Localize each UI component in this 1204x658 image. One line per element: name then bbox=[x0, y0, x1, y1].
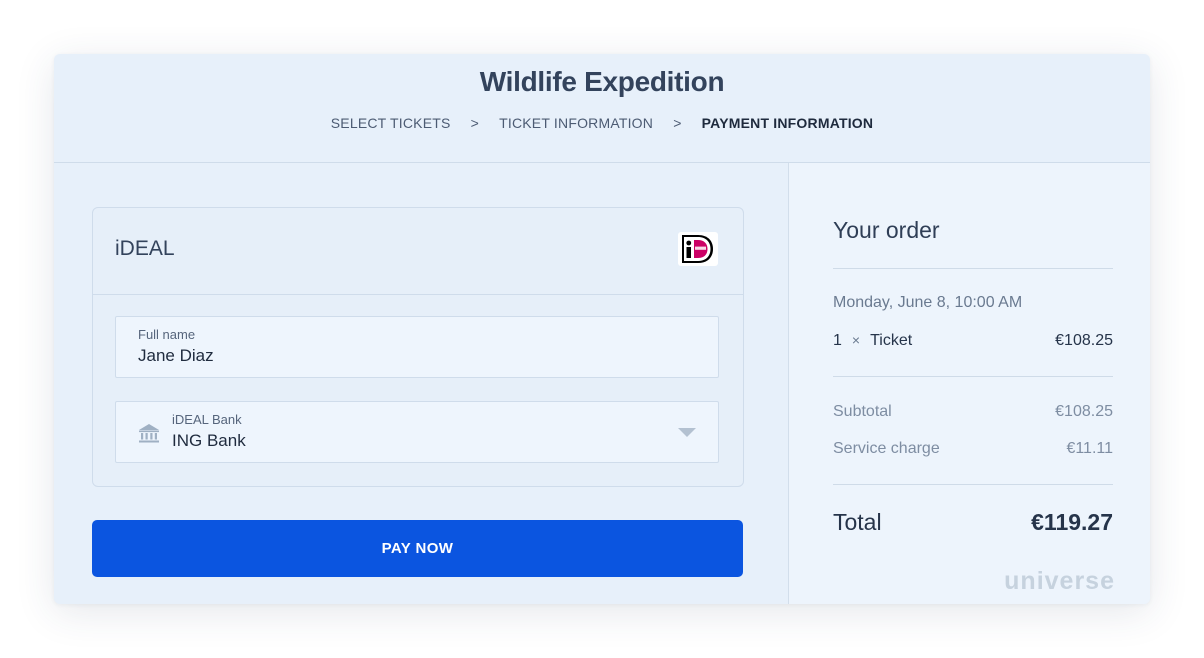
bank-icon bbox=[138, 422, 160, 444]
ideal-logo-icon bbox=[678, 232, 718, 266]
subtotal-label: Subtotal bbox=[833, 403, 892, 420]
payment-method-header: iDEAL bbox=[93, 208, 743, 295]
order-title: Your order bbox=[833, 217, 940, 243]
divider bbox=[833, 484, 1113, 485]
service-charge-label: Service charge bbox=[833, 440, 940, 457]
checkout-header: Wildlife Expedition SELECT TICKETS > TIC… bbox=[54, 54, 1150, 163]
full-name-field[interactable]: Full name Jane Diaz bbox=[115, 316, 719, 378]
subtotal-value: €108.25 bbox=[1055, 403, 1113, 420]
order-date: Monday, June 8, 10:00 AM bbox=[833, 294, 1023, 311]
breadcrumb-payment-information: PAYMENT INFORMATION bbox=[701, 115, 874, 131]
payment-panel: iDEAL Full name Jane Diaz iDEAL Bank ING… bbox=[54, 163, 788, 604]
chevron-right-icon: > bbox=[470, 115, 480, 131]
breadcrumb-select-tickets[interactable]: SELECT TICKETS bbox=[331, 115, 451, 131]
breadcrumb: SELECT TICKETS > TICKET INFORMATION > PA… bbox=[54, 115, 1150, 131]
line-item-name: Ticket bbox=[870, 332, 913, 349]
service-charge-value: €11.11 bbox=[1066, 440, 1113, 457]
full-name-label: Full name bbox=[138, 327, 196, 342]
page-title: Wildlife Expedition bbox=[479, 66, 725, 97]
line-item-quantity: 1 bbox=[833, 332, 842, 349]
ideal-bank-select[interactable]: iDEAL Bank ING Bank bbox=[115, 401, 719, 463]
checkout-card: Wildlife Expedition SELECT TICKETS > TIC… bbox=[54, 54, 1150, 604]
total-label: Total bbox=[833, 509, 882, 535]
payment-method-label: iDEAL bbox=[115, 237, 175, 260]
total-value: €119.27 bbox=[1031, 509, 1113, 535]
ideal-bank-value[interactable]: ING Bank bbox=[172, 431, 246, 451]
line-item-description: 1 × Ticket bbox=[833, 332, 912, 350]
full-name-input[interactable]: Jane Diaz bbox=[138, 346, 214, 366]
breadcrumb-ticket-information[interactable]: TICKET INFORMATION bbox=[499, 115, 653, 131]
divider bbox=[833, 376, 1113, 377]
times-icon: × bbox=[851, 332, 861, 348]
divider bbox=[833, 268, 1113, 269]
chevron-right-icon: > bbox=[673, 115, 682, 131]
payment-method-box: iDEAL Full name Jane Diaz iDEAL Bank ING… bbox=[92, 207, 744, 487]
chevron-down-icon[interactable] bbox=[678, 428, 696, 437]
order-summary: Your order Monday, June 8, 10:00 AM 1 × Ti… bbox=[788, 163, 1150, 604]
universe-logo: universe bbox=[1004, 567, 1115, 595]
line-item-price: €108.25 bbox=[1055, 332, 1113, 349]
pay-now-button[interactable]: PAY NOW bbox=[92, 520, 743, 577]
ideal-bank-label: iDEAL Bank bbox=[172, 412, 242, 427]
